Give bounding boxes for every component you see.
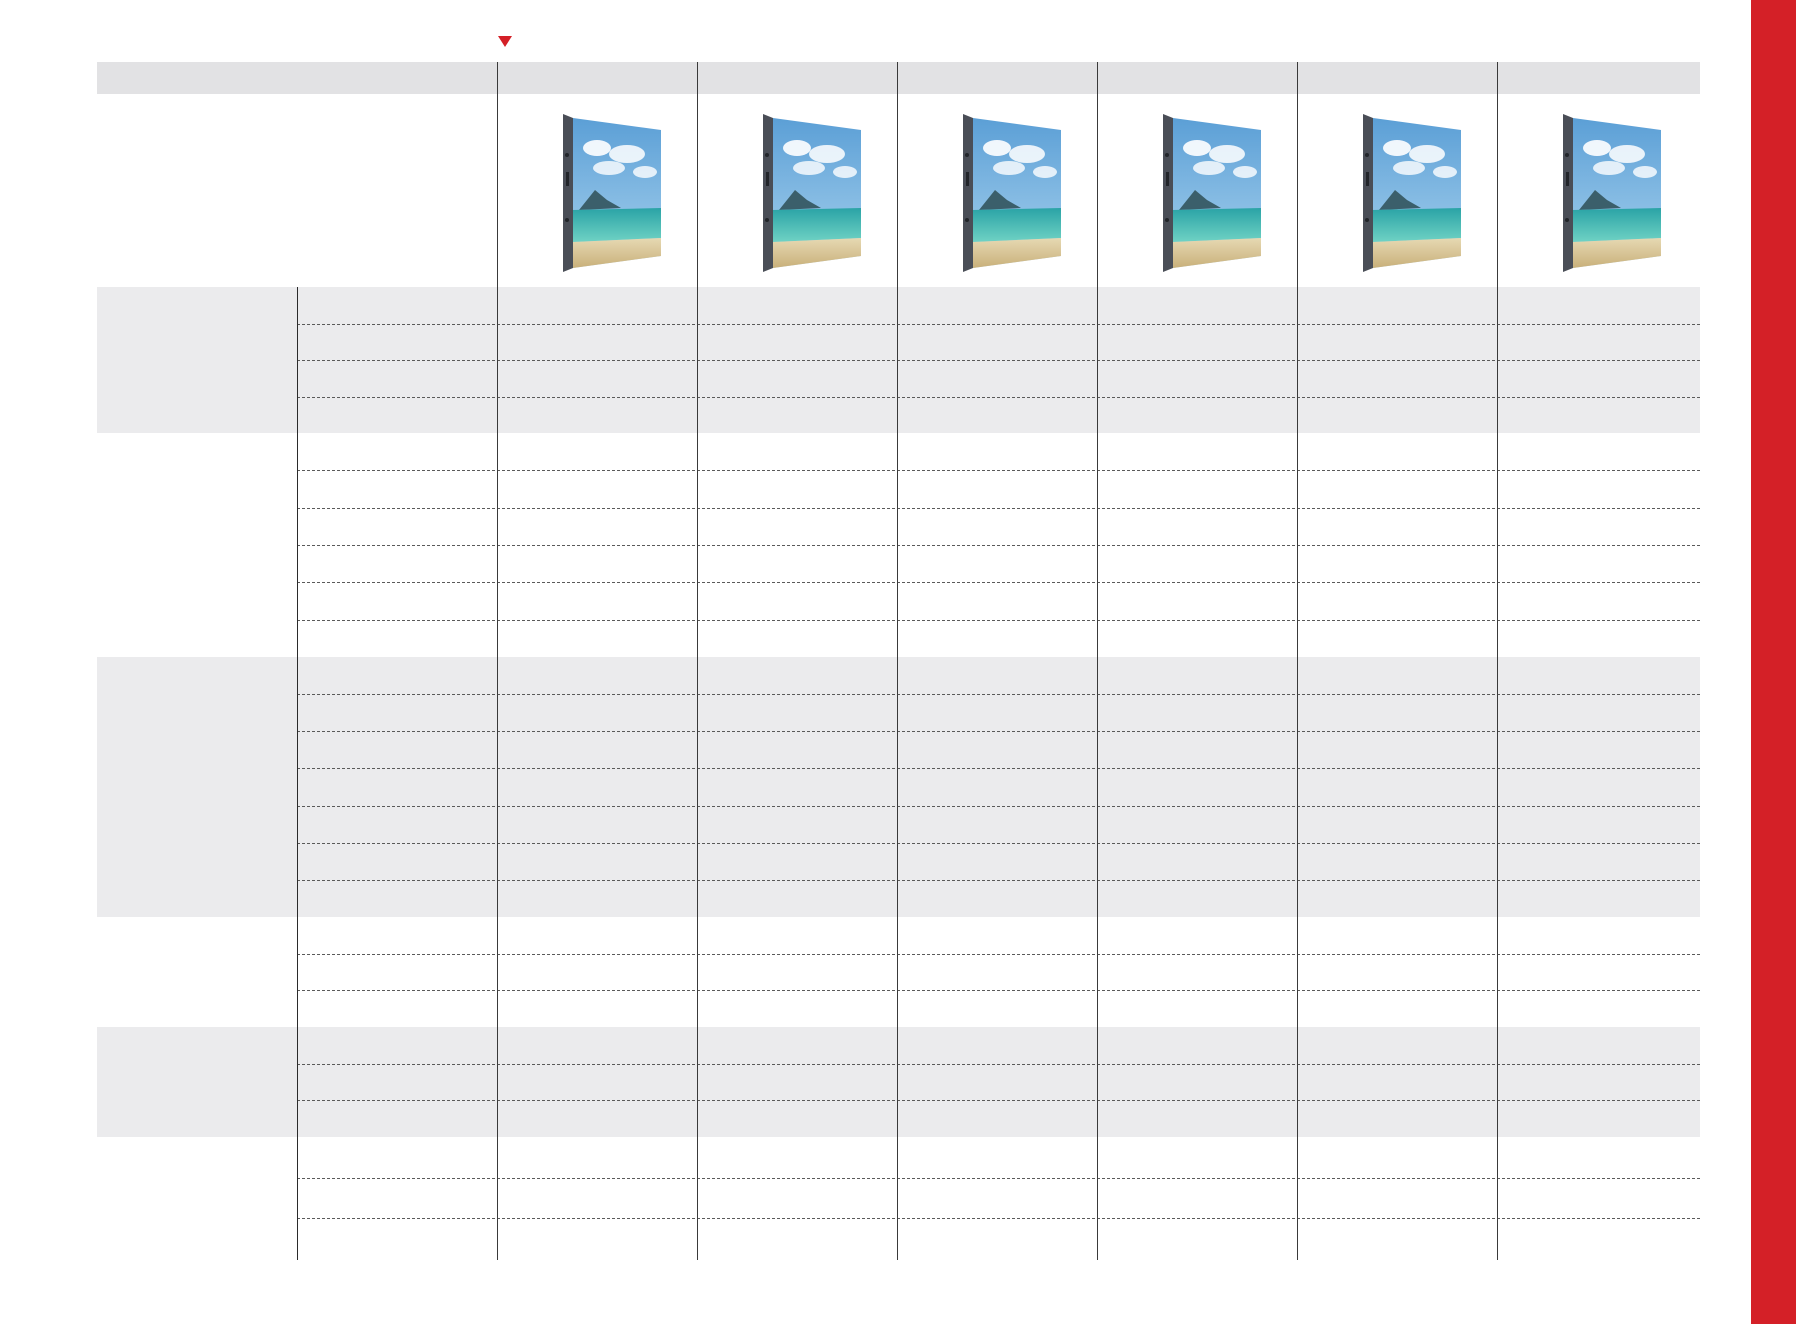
column-divider — [897, 62, 898, 1260]
row-separator — [297, 880, 1700, 881]
row-separator — [297, 360, 1700, 361]
group-band — [97, 657, 1700, 917]
row-separator — [297, 582, 1700, 583]
led-cabinet-image — [763, 114, 861, 272]
row-separator — [297, 843, 1700, 844]
group-band — [97, 1027, 1700, 1137]
row-separator — [297, 1064, 1700, 1065]
row-separator — [297, 620, 1700, 621]
row-separator — [297, 694, 1700, 695]
row-separator — [297, 768, 1700, 769]
led-cabinet-image — [1563, 114, 1661, 272]
row-separator — [297, 508, 1700, 509]
row-separator — [297, 731, 1700, 732]
column-divider — [1097, 62, 1098, 1260]
column-divider — [1497, 62, 1498, 1260]
row-separator — [297, 545, 1700, 546]
led-cabinet-image — [563, 114, 661, 272]
triangle-down-icon — [498, 36, 512, 47]
row-separator — [297, 806, 1700, 807]
row-separator — [297, 397, 1700, 398]
product-image — [957, 110, 1067, 276]
row-separator — [297, 1218, 1700, 1219]
column-divider — [497, 62, 498, 1260]
row-separator — [297, 1100, 1700, 1101]
product-image — [557, 110, 667, 276]
led-cabinet-image — [1163, 114, 1261, 272]
led-cabinet-image — [1363, 114, 1461, 272]
product-image — [757, 110, 867, 276]
product-image — [1357, 110, 1467, 276]
row-separator — [297, 990, 1700, 991]
row-separator — [297, 470, 1700, 471]
product-image — [1157, 110, 1267, 276]
column-divider — [697, 62, 698, 1260]
row-separator — [297, 324, 1700, 325]
product-image — [1557, 110, 1667, 276]
table-header-row — [97, 62, 1700, 94]
row-separator — [297, 954, 1700, 955]
row-separator — [297, 1178, 1700, 1179]
led-cabinet-image — [963, 114, 1061, 272]
column-divider — [1297, 62, 1298, 1260]
spec-comparison-table — [97, 62, 1700, 1260]
column-divider — [297, 287, 298, 1260]
side-accent-bar — [1751, 0, 1796, 1324]
